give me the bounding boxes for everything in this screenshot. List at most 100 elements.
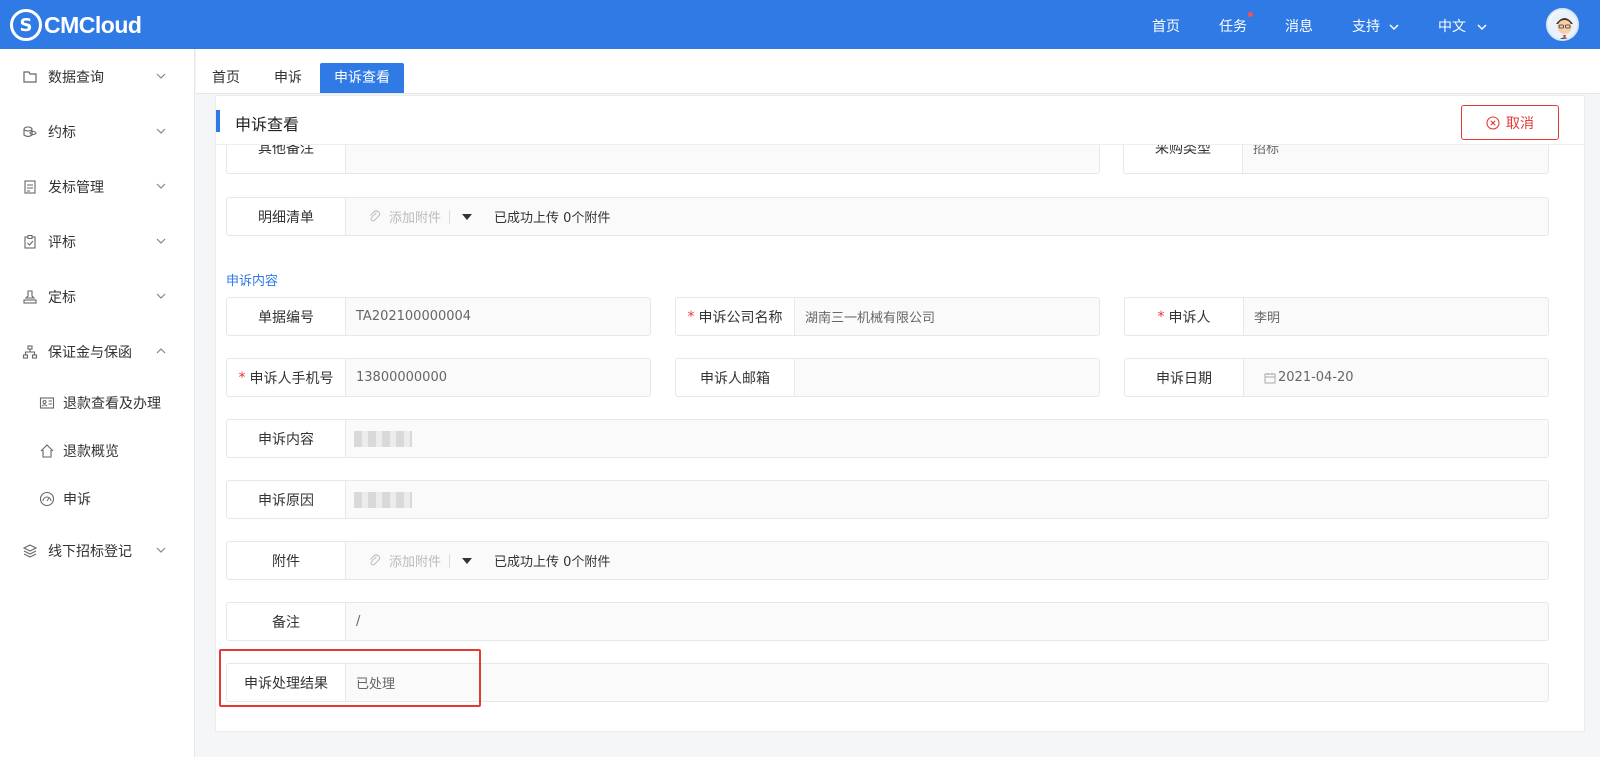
field-label-text: 单据编号: [258, 309, 314, 326]
language-select[interactable]: 中文: [1438, 16, 1488, 36]
field-value: TA202100000004: [356, 309, 472, 324]
calendar-icon: [1264, 372, 1276, 383]
nav-support-label: 支持: [1352, 19, 1380, 35]
chevron-down-icon: [156, 128, 166, 134]
field-label: 申诉原因: [227, 481, 346, 518]
sidebar-subitem-refund-handling[interactable]: 退款查看及办理: [0, 383, 195, 423]
field-label: 备注: [227, 603, 346, 640]
field-label-text: 申诉人: [1168, 309, 1211, 326]
field-label: 申诉内容: [227, 420, 346, 457]
add-attachment-button[interactable]: 添加附件: [368, 207, 458, 226]
remark-field: 备注 /: [226, 602, 1549, 641]
appeal-company-field: * 申诉公司名称 湖南三一机械有限公司: [675, 297, 1100, 336]
appeal-date-field: 申诉日期 2021-04-20: [1124, 358, 1549, 397]
appellant-phone-field: * 申诉人手机号 13800000000: [226, 358, 651, 397]
avatar[interactable]: [1546, 8, 1579, 41]
paperclip-icon: [369, 210, 380, 222]
field-label-text: 申诉人手机号: [249, 370, 334, 387]
required-marker: *: [238, 369, 246, 386]
sidebar: 数据查询 约标 发标管理 评标 定标 保证金与保函 退款查看及办理 退款概览 申…: [0, 49, 195, 757]
upload-status: 已成功上传 0个附件: [494, 211, 611, 226]
redacted-text: [354, 430, 412, 447]
field-label-text: 申诉原因: [258, 492, 314, 509]
sidebar-item-label: 数据查询: [48, 70, 104, 86]
notification-dot: [1248, 12, 1253, 17]
add-attachment-button[interactable]: 添加附件: [368, 551, 458, 570]
appeal-content-field: 申诉内容: [226, 419, 1549, 458]
field-label-text: 申诉日期: [1156, 370, 1212, 387]
sidebar-item-label: 约标: [48, 125, 76, 141]
top-bar: S CMCloud 首页 任务 消息 支持 中文: [0, 0, 1600, 49]
nav-messages[interactable]: 消息: [1285, 16, 1313, 36]
document-icon: [22, 179, 38, 195]
sidebar-item-label: 退款查看及办理: [63, 396, 161, 412]
chevron-down-icon: [156, 293, 166, 299]
doc-number-field: 单据编号 TA202100000004: [226, 297, 651, 336]
coins-icon: [22, 124, 38, 140]
field-value: 添加附件 已成功上传 0个附件: [368, 198, 610, 235]
required-marker: *: [1157, 308, 1165, 325]
appellant-field: * 申诉人 李明: [1124, 297, 1549, 336]
attachment-field: 附件 添加附件 已成功上传 0个附件: [226, 541, 1549, 580]
divider: [449, 553, 451, 568]
field-value: 添加附件 已成功上传 0个附件: [368, 542, 610, 579]
redacted-text: [354, 491, 412, 508]
sidebar-item-label: 发标管理: [48, 180, 104, 196]
nav-support[interactable]: 支持: [1352, 16, 1400, 36]
field-value: [354, 420, 412, 457]
sidebar-item-data-query[interactable]: 数据查询: [0, 57, 195, 97]
clipboard-icon: [22, 234, 38, 250]
sidebar-item-label: 申诉: [63, 492, 91, 508]
tab-appeal[interactable]: 申诉: [260, 63, 316, 93]
chevron-up-icon: [156, 348, 166, 354]
content-card: 申诉查看 取消 其他备注 采购类型 招标 明细清单 添加附件 已成功上传 0个附…: [215, 95, 1585, 732]
sidebar-item-bid-evaluation[interactable]: 评标: [0, 222, 195, 262]
appellant-email-field: 申诉人邮箱: [675, 358, 1100, 397]
brand-logo[interactable]: S CMCloud: [10, 8, 142, 42]
nav-home[interactable]: 首页: [1152, 16, 1180, 36]
field-label-text: 申诉内容: [258, 431, 314, 448]
field-label: 附件: [227, 542, 346, 579]
sidebar-subitem-refund-overview[interactable]: 退款概览: [0, 431, 195, 471]
cancel-button[interactable]: 取消: [1461, 105, 1559, 140]
add-attachment-label: 添加附件: [389, 211, 442, 226]
paperclip-icon: [369, 554, 380, 566]
field-label: * 申诉公司名称: [676, 298, 795, 335]
chevron-down-icon: [156, 547, 166, 553]
chevron-down-icon: [156, 73, 166, 79]
sidebar-item-deposit-guarantee[interactable]: 保证金与保函: [0, 332, 195, 372]
page-title: 申诉查看: [235, 115, 300, 134]
chevron-down-icon: [1389, 24, 1399, 31]
cancel-label: 取消: [1506, 115, 1534, 132]
field-label: * 申诉人: [1125, 298, 1244, 335]
field-value: 13800000000: [356, 370, 447, 385]
tab-appeal-view[interactable]: 申诉查看: [320, 63, 404, 93]
field-value: /: [356, 614, 361, 629]
field-value: 2021-04-20: [1264, 359, 1354, 396]
caret-down-icon[interactable]: [462, 213, 473, 220]
tab-home[interactable]: 首页: [198, 63, 254, 93]
sidebar-item-label: 线下招标登记: [48, 544, 132, 560]
org-icon: [22, 344, 38, 360]
field-label-text: 附件: [272, 553, 300, 570]
id-card-icon: [39, 395, 55, 411]
sidebar-item-award[interactable]: 定标: [0, 277, 195, 317]
stamp-icon: [22, 289, 38, 305]
sidebar-item-bid-invite[interactable]: 约标: [0, 112, 195, 152]
close-circle-icon: [1486, 115, 1500, 130]
upload-status: 已成功上传 0个附件: [494, 555, 611, 570]
field-label-text: 申诉公司名称: [698, 309, 783, 326]
field-value: 李明: [1254, 311, 1281, 326]
nav-tasks[interactable]: 任务: [1219, 12, 1253, 36]
sidebar-item-offline-tender[interactable]: 线下招标登记: [0, 531, 195, 571]
caret-down-icon[interactable]: [462, 557, 473, 564]
field-value: [354, 481, 412, 518]
divider: [449, 209, 451, 224]
section-title: 申诉内容: [226, 274, 279, 289]
page-header: 申诉查看 取消: [216, 96, 1584, 145]
field-label-text: 申诉人邮箱: [700, 370, 770, 387]
sidebar-item-tender-management[interactable]: 发标管理: [0, 167, 195, 207]
folder-icon: [22, 69, 38, 85]
house-icon: [39, 443, 55, 459]
sidebar-subitem-appeal[interactable]: 申诉: [0, 479, 195, 519]
